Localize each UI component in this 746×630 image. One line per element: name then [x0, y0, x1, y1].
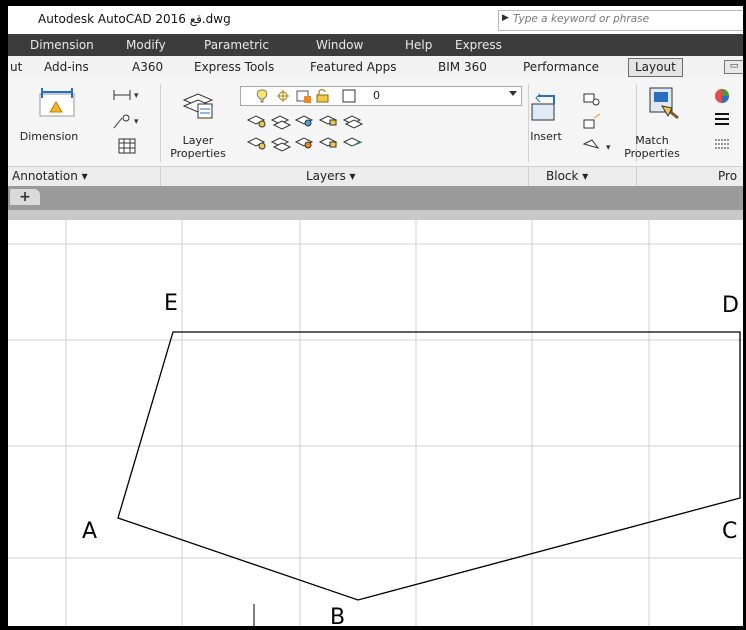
minimize-ribbon-icon[interactable]: ▭ — [724, 60, 743, 74]
property-tools-icons[interactable] — [712, 88, 734, 158]
panel-properties[interactable]: Pro — [718, 169, 737, 183]
insert-block-icon[interactable] — [528, 92, 568, 124]
current-layer-name: 0 — [373, 89, 380, 102]
menu-window[interactable]: Window — [316, 38, 363, 52]
drawing-canvas[interactable]: E D A C B — [8, 220, 743, 626]
point-label-c: C — [722, 519, 737, 544]
document-tab-shadow — [8, 210, 743, 220]
search-input[interactable]: ▶ Type a keyword or phrase — [498, 10, 743, 31]
document-tabs: + — [8, 186, 743, 210]
tab-add-ins[interactable]: Add-ins — [44, 60, 89, 74]
panel-layers[interactable]: Layers ▾ — [306, 169, 356, 183]
point-label-d: D — [722, 293, 739, 318]
tab-express-tools[interactable]: Express Tools — [194, 60, 274, 74]
leader-icon[interactable]: ▾ — [112, 114, 142, 130]
table-icon[interactable] — [118, 138, 136, 154]
layer-properties-label[interactable]: Layer Properties — [168, 134, 228, 160]
layer-properties-icon[interactable] — [180, 86, 216, 120]
menu-parametric[interactable]: Parametric — [204, 38, 269, 52]
ribbon-tabs: ut Add-ins A360 Express Tools Featured A… — [8, 56, 743, 79]
dimension-label[interactable]: Dimension — [14, 130, 84, 143]
menu-help[interactable]: Help — [405, 38, 432, 52]
ribbon-panel-titles: Annotation ▾ Layers ▾ Block ▾ Pro — [8, 166, 743, 187]
grid-lines — [8, 220, 743, 626]
point-label-b: B — [330, 605, 345, 626]
new-tab-button[interactable]: + — [10, 189, 40, 205]
title-bar: Autodesk AutoCAD 2016 قع.dwg ▶ Type a ke… — [8, 6, 743, 34]
layer-dropdown[interactable]: 0 — [240, 86, 522, 106]
svg-text:▾: ▾ — [134, 117, 139, 127]
search-arrow-icon[interactable]: ▶ — [502, 13, 509, 23]
tab-performance[interactable]: Performance — [523, 60, 599, 74]
dimension-icon[interactable] — [38, 88, 76, 118]
menu-bar: Dimension Modify Parametric Window Help … — [8, 34, 743, 56]
panel-block[interactable]: Block ▾ — [546, 169, 588, 183]
ribbon-panels: Dimension ▾ ▾ Layer Properties 0 Insert … — [8, 78, 743, 166]
search-placeholder: Type a keyword or phrase — [513, 13, 650, 25]
tab-featured-apps[interactable]: Featured Apps — [310, 60, 396, 74]
tab-layout-prev[interactable]: ut — [10, 60, 22, 74]
linear-dimension-icon[interactable]: ▾ — [112, 88, 142, 102]
svg-text:▾: ▾ — [134, 91, 139, 101]
insert-label[interactable]: Insert — [526, 130, 566, 143]
tab-bim-360[interactable]: BIM 360 — [438, 60, 487, 74]
point-label-a: A — [82, 519, 97, 544]
layer-tools-icons[interactable] — [244, 112, 394, 156]
svg-text:▾: ▾ — [606, 143, 611, 153]
match-properties-icon[interactable] — [646, 86, 682, 122]
polygon-abcde[interactable] — [117, 331, 741, 601]
block-tools-icons[interactable]: ▾ — [580, 88, 620, 160]
point-label-e: E — [164, 291, 178, 316]
layer-state-icons — [256, 89, 356, 103]
layer-dropdown-arrow-icon[interactable] — [509, 91, 517, 96]
window-title: Autodesk AutoCAD 2016 قع.dwg — [38, 12, 231, 26]
tab-a360[interactable]: A360 — [132, 60, 163, 74]
menu-dimension[interactable]: Dimension — [30, 38, 94, 52]
menu-modify[interactable]: Modify — [126, 38, 166, 52]
match-properties-label[interactable]: Match Properties — [622, 134, 682, 160]
panel-annotation[interactable]: Annotation ▾ — [12, 169, 88, 183]
autocad-window: Autodesk AutoCAD 2016 قع.dwg ▶ Type a ke… — [8, 6, 743, 626]
menu-express[interactable]: Express — [455, 38, 502, 52]
tab-layout[interactable]: Layout — [628, 58, 683, 77]
